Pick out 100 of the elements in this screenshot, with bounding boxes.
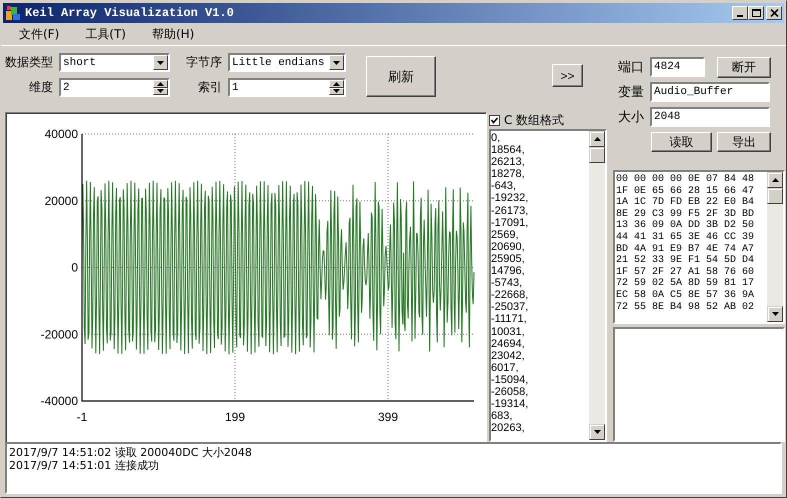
caret-icon [333, 60, 340, 64]
dropdown-button[interactable] [329, 55, 344, 70]
field-label: 大小 [617, 109, 645, 126]
spin-up-button[interactable] [153, 80, 168, 88]
spin-up-button[interactable] [329, 80, 344, 88]
hex-row-text: BD 4A 91 E9 B7 4E 74 A7 [616, 244, 756, 255]
scrollbar[interactable] [589, 131, 605, 440]
triangle-up-icon [333, 82, 340, 86]
triangle-down-icon [594, 430, 600, 434]
scroll-up-button[interactable] [767, 172, 783, 188]
triangle-up-icon [157, 82, 164, 86]
scroll-thumb[interactable] [767, 188, 783, 204]
triangle-down-icon [772, 312, 778, 316]
scroll-thumb[interactable] [589, 147, 605, 163]
variable-field[interactable]: Audio_Buffer [650, 82, 770, 102]
hex-row-text: 1A 1C 7D FD EB 22 E0 B4 [616, 197, 756, 209]
log-line: 2017/9/7 14:51:01 连接成功 [9, 459, 160, 472]
checkbox[interactable] [489, 115, 500, 126]
field-label: 端口 [617, 59, 645, 76]
menu-item[interactable]: 工具(T) [79, 26, 132, 42]
triangle-down-icon [333, 89, 340, 94]
axis-tick-label: 20000 [44, 194, 78, 208]
list-value: -15094, [491, 374, 530, 386]
scroll-down-button[interactable] [589, 424, 605, 440]
refresh-button[interactable]: 刷新 [366, 56, 436, 97]
list-value: -17091, [491, 216, 530, 229]
list-value: 10031, [491, 326, 526, 338]
list-value: 24694, [491, 338, 526, 350]
menu-item[interactable]: 文件(F) [13, 26, 66, 42]
hex-row-text: 72 59 02 5A 8D 59 81 17 [616, 278, 756, 290]
minimize-button[interactable] [732, 6, 748, 20]
axis-tick-label: -40000 [40, 394, 78, 408]
hex-row-text: 8E 29 C3 99 F5 2F 3D BD [616, 208, 756, 220]
dropdown-button[interactable] [153, 55, 168, 70]
list-value: 23042, [491, 350, 526, 362]
axis-tick-label: 399 [378, 410, 398, 424]
triangle-down-icon [157, 89, 164, 94]
list-value: 18564, [491, 144, 526, 156]
scrollbar[interactable] [767, 172, 783, 322]
hex-row-text: 1F 57 2F 27 A1 58 76 60 [616, 266, 756, 278]
list-value: -11171, [491, 313, 528, 326]
list-value: 20690, [491, 240, 526, 253]
list-value: -25037, [491, 301, 530, 314]
field-label: 索引 [197, 79, 223, 96]
export-button[interactable]: 导出 [717, 132, 771, 152]
disconnect-button[interactable]: 断开 [717, 56, 771, 78]
hex-row-text: 44 41 31 65 3E 46 CC 39 [616, 232, 756, 244]
list-value: 683, [491, 410, 514, 422]
axis-tick-label: -1 [76, 410, 88, 424]
window-title: Keil Array Visualization V1.0 [25, 6, 235, 20]
size-field[interactable]: 2048 [650, 107, 770, 127]
maximize-icon [752, 9, 760, 17]
caret-icon [157, 60, 164, 64]
list-value: 2569, [491, 228, 520, 241]
dropdown[interactable]: Little endians [228, 53, 346, 72]
read-button[interactable]: 读取 [651, 132, 712, 152]
field-label: 数据类型 [4, 54, 54, 71]
list-value: 20263, [491, 422, 526, 434]
menu-item[interactable]: 帮助(H) [146, 26, 200, 42]
app-icon [5, 5, 21, 21]
checkbox-label: C 数组格式 [504, 112, 564, 129]
list-value: 0, [491, 132, 502, 144]
list-value: -643, [491, 180, 518, 192]
hex-row-text: 72 55 8E B4 98 52 AB 02 [616, 302, 756, 314]
hex-row-text: 00 00 00 00 0E 07 84 48 [616, 174, 756, 186]
list-value: 18278, [491, 168, 526, 180]
list-value: -26173, [491, 204, 530, 217]
log-line: 2017/9/7 14:51:02 读取 200040DC 大小2048 [9, 446, 253, 459]
axis-tick-label: -20000 [40, 327, 78, 342]
dropdown[interactable]: short [59, 53, 170, 72]
list-value: -26058, [491, 386, 530, 398]
field-label: 维度 [28, 79, 54, 96]
spin-box[interactable]: 1 [228, 78, 346, 97]
list-value: 14796, [491, 265, 526, 278]
list-value: -19232, [491, 192, 530, 205]
list-value: -19314, [491, 398, 530, 410]
list-value: 25905, [491, 252, 526, 266]
hex-row-text: EC 58 0A C5 8E 57 36 9A [616, 290, 756, 302]
spin-box[interactable]: 2 [59, 78, 170, 97]
triangle-up-icon [772, 178, 778, 182]
triangle-up-icon [594, 137, 600, 141]
list-value: 6017, [491, 362, 520, 374]
maximize-button[interactable] [748, 6, 764, 20]
hex-row-text: 13 36 09 0A DD 3B D2 50 [616, 220, 756, 232]
hex-row-text: 21 52 33 9E F1 54 5D D4 [616, 255, 756, 267]
list-value: 26213, [491, 156, 526, 168]
field-label: 变量 [617, 84, 645, 101]
scroll-up-button[interactable] [589, 131, 605, 147]
expand-button[interactable]: >> [552, 64, 583, 87]
close-icon [770, 9, 778, 17]
list-value: -5743, [491, 277, 524, 290]
axis-tick-label: 0 [71, 260, 78, 274]
axis-tick-label: 40000 [44, 127, 78, 141]
scroll-down-button[interactable] [767, 306, 783, 322]
check-icon [491, 117, 498, 124]
hex-row-text: 1F 0E 65 66 28 15 66 47 [616, 186, 756, 197]
close-button[interactable] [766, 6, 782, 20]
axis-tick-label: 199 [224, 410, 246, 424]
port-field[interactable]: 4824 [650, 57, 705, 77]
field-label: 字节序 [185, 54, 223, 71]
